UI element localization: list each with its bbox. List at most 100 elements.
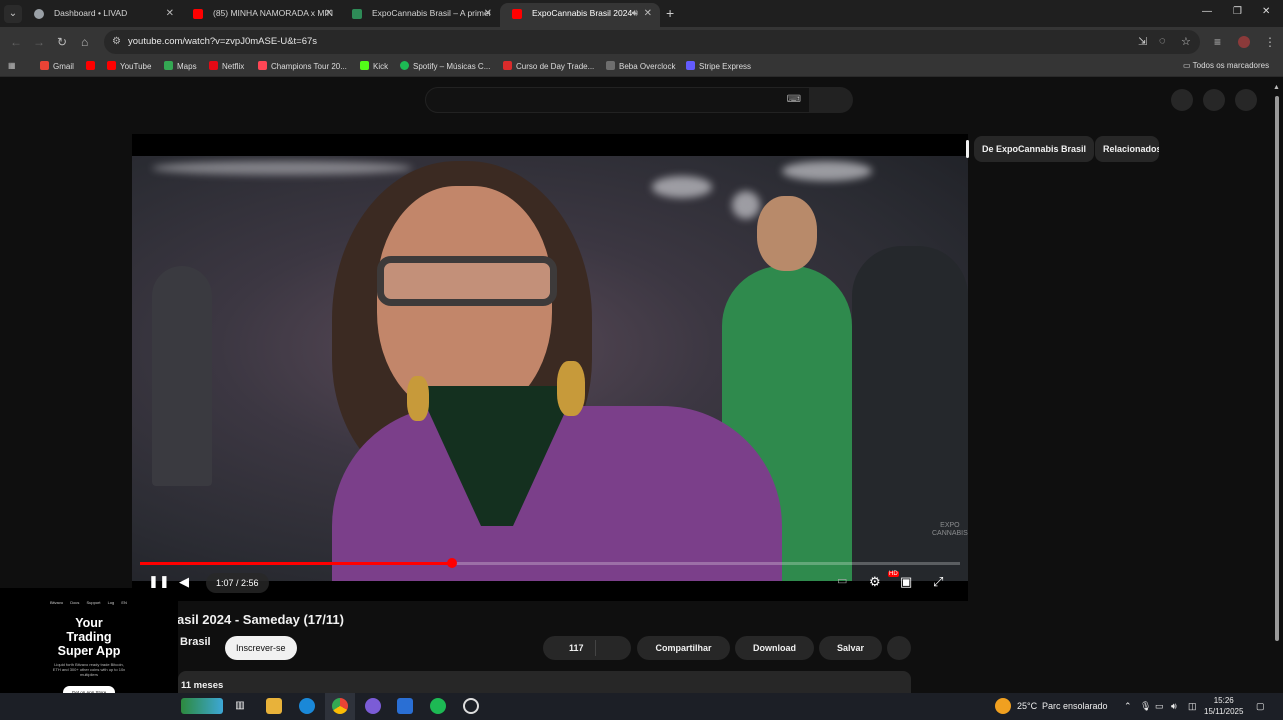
close-tab-icon[interactable]: ✕ [325, 3, 333, 24]
forward-icon[interactable]: → [33, 35, 45, 49]
speaker-icon[interactable]: 🔊︎ [1171, 701, 1177, 712]
close-tab-icon[interactable]: ✕ [166, 3, 174, 24]
weather-temp[interactable]: 25°C [1017, 701, 1037, 711]
bookmark-champions-tour[interactable]: Champions Tour 20... [258, 61, 347, 71]
chip-from-channel[interactable]: De ExpoCannabis Brasil [974, 136, 1095, 162]
avatar[interactable] [1235, 89, 1257, 111]
minimize-icon[interactable]: — [1202, 6, 1212, 17]
app-icon[interactable] [397, 698, 413, 714]
new-tab-button[interactable]: + [666, 5, 674, 21]
tab-label: Dashboard • LIVAD [54, 8, 128, 18]
more-actions-button[interactable] [887, 636, 911, 660]
close-window-icon[interactable]: ✕ [1262, 6, 1270, 17]
chip-related[interactable]: Relacionados [1095, 136, 1159, 162]
start-widget-icon[interactable] [181, 698, 223, 714]
install-app-icon[interactable]: ⇲ [1138, 35, 1147, 48]
audio-playing-icon[interactable]: 🔊︎ [632, 3, 638, 24]
reading-list-icon[interactable]: ≡ [1214, 35, 1221, 49]
tab-dashboard[interactable]: Dashboard • LIVAD ✕ [22, 3, 182, 27]
subscribe-button[interactable]: Inscrever-se [225, 636, 297, 660]
tab-expocannabis-video[interactable]: ExpoCannabis Brasil 2024 - 🔊︎ ✕ [500, 3, 660, 27]
maximize-icon[interactable]: ❐ [1233, 6, 1242, 17]
bookmark-star-icon[interactable]: ☆ [1181, 35, 1191, 48]
bookmark-spotify[interactable]: Spotify – Músicas C... [400, 61, 490, 71]
bookmark-youtube[interactable]: YouTube [107, 61, 151, 71]
youtube-icon [512, 9, 522, 19]
share-button[interactable]: Compartilhar [637, 636, 730, 660]
background-person [152, 266, 212, 486]
save-button[interactable]: Salvar [819, 636, 882, 660]
bookmark-youtube-shortcut[interactable] [86, 61, 99, 71]
keyboard-icon[interactable]: ⌨ [787, 94, 801, 105]
video-frame[interactable] [132, 156, 968, 581]
volume-icon[interactable]: ◀︎ [179, 574, 189, 590]
search-input[interactable]: ⌨ [425, 87, 810, 113]
bookmark-netflix[interactable]: Netflix [209, 61, 244, 71]
microphone-icon[interactable]: 🎙︎ [1140, 701, 1151, 712]
bookmark-gmail[interactable]: Gmail [40, 61, 74, 71]
site-info-icon[interactable]: ⚙︎ [112, 36, 121, 47]
bookmark-label: Kick [373, 62, 389, 71]
chrome-icon[interactable] [332, 698, 348, 714]
fullscreen-icon[interactable]: ⤢ [933, 574, 943, 590]
tab-minha-namorada[interactable]: (85) MINHA NAMORADA x MIN ✕ [181, 3, 341, 27]
close-tab-icon[interactable]: ✕ [644, 3, 652, 24]
bookmark-curso-day-trade[interactable]: Curso de Day Trade... [503, 61, 594, 71]
like-dislike-button[interactable]: 117 [543, 636, 631, 660]
address-bar[interactable]: ⚙︎ youtube.com/watch?v=zvpJ0mASE-U&t=67s… [104, 30, 1200, 54]
theater-mode-icon[interactable]: ▣ [900, 574, 912, 590]
steam-icon[interactable] [463, 698, 479, 714]
close-tab-icon[interactable]: ✕ [484, 3, 492, 24]
system-clock[interactable]: 15:26 15/11/2025 [1204, 695, 1243, 717]
bookmark-label: Stripe Express [699, 62, 752, 71]
valorant-icon [258, 61, 267, 70]
profile-avatar[interactable] [1238, 36, 1250, 48]
download-button[interactable]: Download [735, 636, 814, 660]
menu-kebab-icon[interactable]: ⋮ [1264, 35, 1276, 49]
notification-icon[interactable]: ▢ [1256, 701, 1265, 712]
eye-off-icon[interactable]: ◌ [1159, 35, 1166, 47]
battery-icon[interactable]: ◫ [1188, 701, 1197, 712]
bookmark-label: Champions Tour 20... [271, 62, 347, 71]
back-icon[interactable]: ← [10, 35, 22, 49]
bookmark-label: YouTube [120, 62, 152, 71]
notifications-icon[interactable] [1203, 89, 1225, 111]
weather-desc[interactable]: Parc ensolarado [1042, 701, 1108, 711]
video-player[interactable]: EXPO CANNABIS ❚❚ ◀︎ 1:07 / 2:56 ▭ ⚙︎ HD ▣… [132, 134, 968, 601]
youtube-icon [86, 61, 95, 70]
weather-sun-icon[interactable] [995, 698, 1011, 714]
apps-grid-icon[interactable]: ▦ [8, 61, 16, 70]
scroll-up-icon[interactable]: ▲ [1273, 84, 1280, 91]
reload-icon[interactable]: ↻ [57, 35, 67, 49]
globe-icon [34, 9, 44, 19]
create-icon[interactable] [1171, 89, 1193, 111]
all-bookmarks-folder[interactable]: ▭ Todos os marcadores [1183, 61, 1269, 70]
like-count[interactable]: 117 [569, 636, 584, 660]
home-icon[interactable]: ⌂ [81, 35, 88, 49]
netflix-icon [209, 61, 218, 70]
task-view-icon[interactable]: ▥ [232, 698, 248, 714]
bookmark-stripe-express[interactable]: Stripe Express [686, 61, 751, 71]
channel-name[interactable]: Brasil [180, 636, 211, 648]
progress-scrubber[interactable] [446, 558, 457, 568]
settings-gear-icon[interactable]: ⚙︎ [869, 574, 881, 590]
captions-icon[interactable]: ▭ [837, 574, 847, 587]
divider [595, 640, 596, 656]
file-explorer-icon[interactable] [266, 698, 282, 714]
tab-expocannabis-site[interactable]: ExpoCannabis Brasil – A primei ✕ [340, 3, 500, 27]
url-text[interactable]: youtube.com/watch?v=zvpJ0mASE-U&t=67s [128, 36, 317, 47]
bookmark-beba-overclock[interactable]: Beba Overclock [606, 61, 675, 71]
tray-chevron-icon[interactable]: ⌃ [1124, 701, 1132, 712]
search-button[interactable] [809, 87, 853, 113]
edge-icon[interactable] [299, 698, 315, 714]
network-icon[interactable]: ▭ [1155, 701, 1164, 712]
discord-icon[interactable] [365, 698, 381, 714]
tab-search-chevron-icon[interactable]: ⌄ [4, 5, 22, 23]
scroll-thumb[interactable] [1275, 96, 1279, 641]
bookmark-kick[interactable]: Kick [360, 61, 388, 71]
bookmark-maps[interactable]: Maps [164, 61, 197, 71]
spotify-icon[interactable] [430, 698, 446, 714]
page-scrollbar[interactable]: ▲ [1273, 84, 1281, 644]
tab-strip: ⌄ Dashboard • LIVAD ✕ (85) MINHA NAMORAD… [0, 0, 1283, 27]
progress-bar[interactable] [140, 558, 960, 568]
